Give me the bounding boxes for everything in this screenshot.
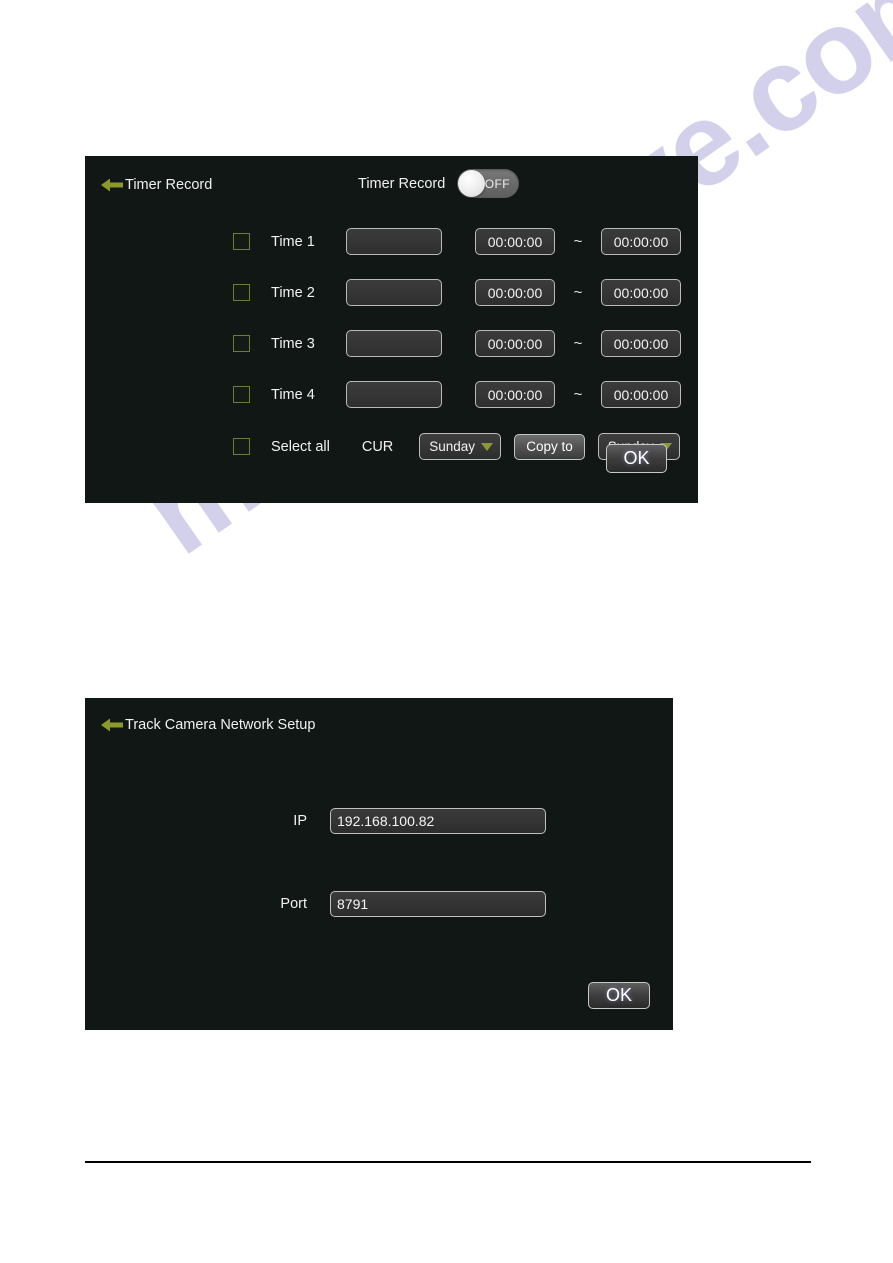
source-day-select[interactable]: Sunday xyxy=(419,433,502,460)
time-2-name-input[interactable] xyxy=(346,279,442,306)
time-1-label: Time 1 xyxy=(271,233,315,250)
time-3-label: Time 3 xyxy=(271,335,315,352)
time-4-checkbox[interactable] xyxy=(233,386,250,403)
time-2-end-input[interactable]: 00:00:00 xyxy=(601,279,681,306)
chevron-down-icon xyxy=(481,442,494,451)
time-1-name-input[interactable] xyxy=(346,228,442,255)
ip-label: IP xyxy=(293,813,307,829)
network-setup-title: Track Camera Network Setup xyxy=(125,716,316,733)
time-2-checkbox[interactable] xyxy=(233,284,250,301)
time-3-start-input[interactable]: 00:00:00 xyxy=(475,330,555,357)
time-row: Time 1 00:00:00 ~ 00:00:00 xyxy=(233,228,681,255)
time-row: Time 2 00:00:00 ~ 00:00:00 xyxy=(233,279,681,306)
track-camera-network-panel: Track Camera Network Setup IP 192.168.10… xyxy=(85,698,673,1030)
timer-record-title: Timer Record xyxy=(125,176,213,193)
time-2-separator: ~ xyxy=(573,283,583,301)
network-ok-button[interactable]: OK xyxy=(588,982,650,1009)
network-setup-header[interactable]: Track Camera Network Setup xyxy=(101,717,315,733)
footer-divider xyxy=(85,1161,811,1163)
ip-row: IP 192.168.100.82 xyxy=(215,808,546,834)
time-4-separator: ~ xyxy=(573,385,583,403)
source-day-value: Sunday xyxy=(429,439,476,454)
toggle-state-label: OFF xyxy=(484,176,510,191)
time-row: Time 3 00:00:00 ~ 00:00:00 xyxy=(233,330,681,357)
time-3-separator: ~ xyxy=(573,334,583,352)
time-3-name-input[interactable] xyxy=(346,330,442,357)
time-1-separator: ~ xyxy=(573,232,583,250)
port-input[interactable]: 8791 xyxy=(330,891,546,917)
time-3-end-input[interactable]: 00:00:00 xyxy=(601,330,681,357)
time-4-label: Time 4 xyxy=(271,386,315,403)
time-3-checkbox[interactable] xyxy=(233,335,250,352)
back-arrow-icon[interactable] xyxy=(101,177,123,193)
timer-record-toggle-label: Timer Record xyxy=(358,176,446,192)
port-row: Port 8791 xyxy=(215,891,546,917)
port-label: Port xyxy=(280,896,307,912)
time-1-start-input[interactable]: 00:00:00 xyxy=(475,228,555,255)
timer-ok-button[interactable]: OK xyxy=(606,444,667,473)
toggle-knob xyxy=(458,170,485,197)
select-all-label: Select all xyxy=(271,438,330,455)
time-4-end-input[interactable]: 00:00:00 xyxy=(601,381,681,408)
timer-record-header[interactable]: Timer Record xyxy=(101,177,212,193)
time-2-label: Time 2 xyxy=(271,284,315,301)
time-2-start-input[interactable]: 00:00:00 xyxy=(475,279,555,306)
time-row: Time 4 00:00:00 ~ 00:00:00 xyxy=(233,381,681,408)
time-4-name-input[interactable] xyxy=(346,381,442,408)
time-4-start-input[interactable]: 00:00:00 xyxy=(475,381,555,408)
time-1-end-input[interactable]: 00:00:00 xyxy=(601,228,681,255)
ip-input[interactable]: 192.168.100.82 xyxy=(330,808,546,834)
copy-to-button[interactable]: Copy to xyxy=(514,433,585,460)
back-arrow-icon[interactable] xyxy=(101,717,123,733)
timer-record-panel: Timer Record Timer Record OFF Time 1 00:… xyxy=(85,156,698,503)
time-1-checkbox[interactable] xyxy=(233,233,250,250)
cur-label: CUR xyxy=(361,438,394,455)
timer-record-toggle[interactable]: OFF xyxy=(457,169,519,198)
select-all-checkbox[interactable] xyxy=(233,438,250,455)
